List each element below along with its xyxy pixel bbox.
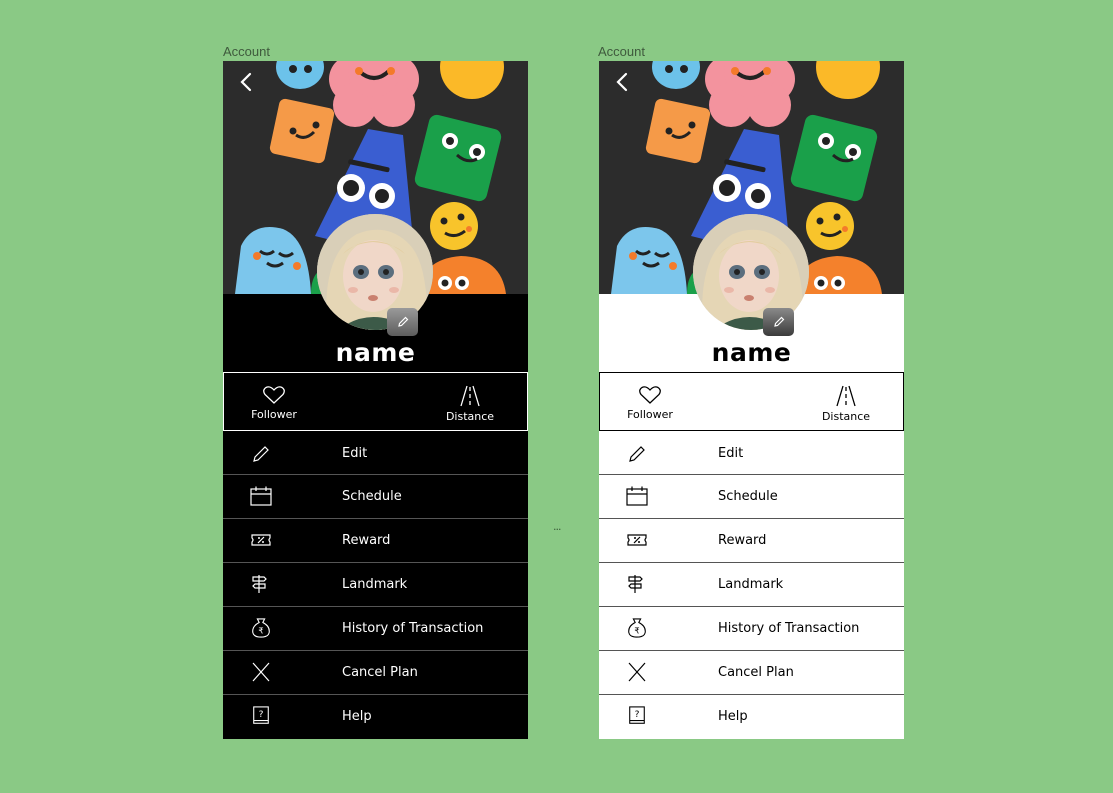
menu-label: Reward <box>342 533 391 548</box>
profile-name: name <box>335 338 416 367</box>
menu-item-help[interactable]: ? Help <box>223 695 528 739</box>
menu-item-landmark[interactable]: Landmark <box>599 563 904 607</box>
svg-text:?: ? <box>635 710 640 720</box>
menu-item-reward[interactable]: Reward <box>599 519 904 563</box>
ticket-icon <box>251 534 271 546</box>
follower-label: Follower <box>627 408 673 421</box>
close-icon <box>628 662 646 682</box>
menu-item-edit[interactable]: Edit <box>223 433 528 475</box>
frame-title-light: Account <box>598 44 645 59</box>
menu-label: History of Transaction <box>342 621 484 636</box>
money-bag-icon: ₹ <box>252 618 270 638</box>
distance-stat[interactable]: Distance <box>436 373 504 432</box>
svg-text:?: ? <box>259 710 264 720</box>
account-screen-dark: name Follower Distance Edit Schedule Rew… <box>223 61 528 739</box>
menu-label: Cancel Plan <box>718 665 794 680</box>
road-icon <box>836 385 856 407</box>
calendar-icon <box>626 486 648 506</box>
stats-bar: Follower Distance <box>599 372 904 431</box>
signpost-icon <box>252 575 267 593</box>
back-chevron-icon[interactable] <box>613 71 631 93</box>
distance-label: Distance <box>445 410 495 423</box>
pencil-icon <box>397 316 408 327</box>
menu-item-help[interactable]: ? Help <box>599 695 904 739</box>
road-icon <box>460 385 480 407</box>
help-book-icon: ? <box>629 706 645 724</box>
edit-avatar-button[interactable] <box>387 308 418 336</box>
menu-item-reward[interactable]: Reward <box>223 519 528 563</box>
help-book-icon: ? <box>253 706 269 724</box>
edit-avatar-button[interactable] <box>763 308 794 336</box>
menu-label: Edit <box>718 446 744 461</box>
pencil-icon <box>253 446 269 462</box>
frames-separator: ... <box>553 520 561 533</box>
distance-stat[interactable]: Distance <box>812 373 880 432</box>
follower-stat[interactable]: Follower <box>244 373 304 432</box>
menu-list: Edit Schedule Reward Landmark ₹ History … <box>599 433 904 739</box>
menu-label: Reward <box>718 533 767 548</box>
menu-label: Schedule <box>342 489 402 504</box>
heart-icon <box>263 386 285 404</box>
frame-title-dark: Account <box>223 44 270 59</box>
pencil-icon <box>629 446 645 462</box>
svg-text:₹: ₹ <box>258 625 263 635</box>
close-icon <box>252 662 270 682</box>
menu-list: Edit Schedule Reward Landmark ₹ History … <box>223 433 528 739</box>
menu-item-cancel-plan[interactable]: Cancel Plan <box>599 651 904 695</box>
ticket-icon <box>627 534 647 546</box>
menu-item-schedule[interactable]: Schedule <box>599 475 904 519</box>
menu-label: Cancel Plan <box>342 665 418 680</box>
account-screen-light: name Follower Distance Edit Schedule Rew… <box>599 61 904 739</box>
calendar-icon <box>250 486 272 506</box>
profile-name: name <box>711 338 792 367</box>
svg-text:₹: ₹ <box>634 625 639 635</box>
distance-label: Distance <box>821 410 871 423</box>
follower-label: Follower <box>251 408 297 421</box>
menu-item-history[interactable]: ₹ History of Transaction <box>599 607 904 651</box>
menu-label: Help <box>718 709 748 724</box>
stats-bar: Follower Distance <box>223 372 528 431</box>
back-chevron-icon[interactable] <box>237 71 255 93</box>
menu-label: History of Transaction <box>718 621 860 636</box>
menu-item-landmark[interactable]: Landmark <box>223 563 528 607</box>
heart-icon <box>639 386 661 404</box>
menu-label: Help <box>342 709 372 724</box>
menu-item-cancel-plan[interactable]: Cancel Plan <box>223 651 528 695</box>
menu-item-edit[interactable]: Edit <box>599 433 904 475</box>
menu-label: Landmark <box>342 577 408 592</box>
menu-label: Schedule <box>718 489 778 504</box>
menu-label: Landmark <box>718 577 784 592</box>
signpost-icon <box>628 575 643 593</box>
pencil-icon <box>773 316 784 327</box>
menu-item-history[interactable]: ₹ History of Transaction <box>223 607 528 651</box>
money-bag-icon: ₹ <box>628 618 646 638</box>
follower-stat[interactable]: Follower <box>620 373 680 432</box>
menu-item-schedule[interactable]: Schedule <box>223 475 528 519</box>
menu-label: Edit <box>342 446 368 461</box>
